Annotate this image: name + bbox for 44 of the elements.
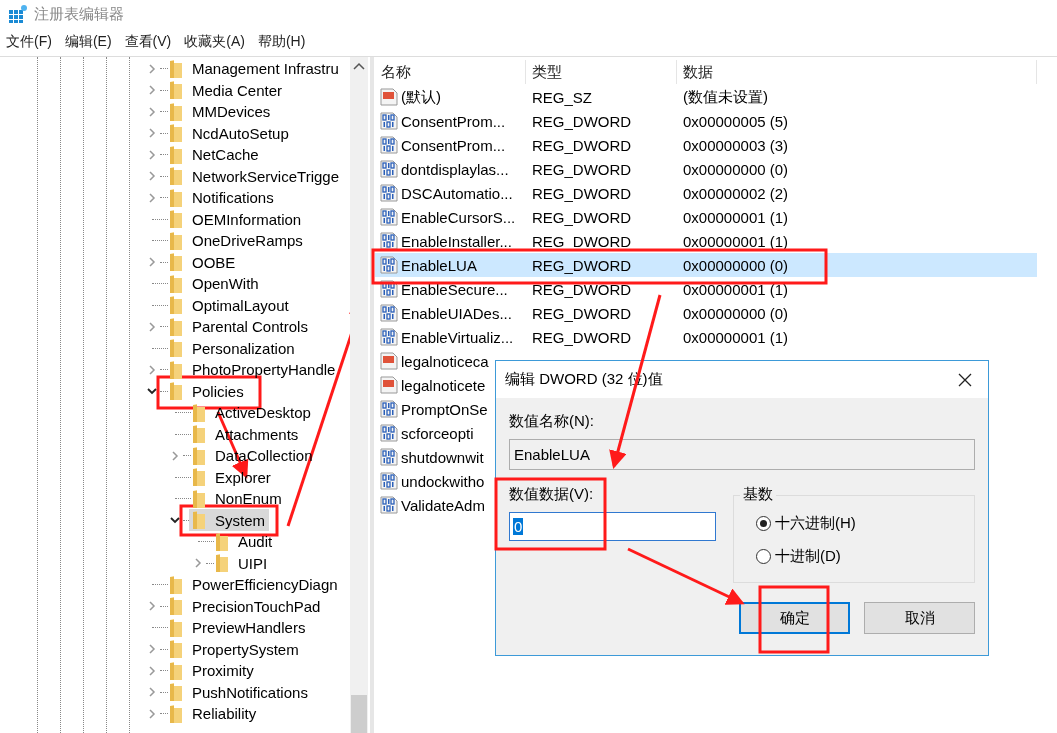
value-name: ValidateAdm: [401, 496, 485, 514]
value-name: ConsentProm...: [401, 112, 506, 130]
value-type: REG_DWORD: [532, 160, 632, 178]
group-title: 基数: [740, 485, 776, 504]
value-type: REG_DWORD: [532, 232, 632, 250]
value-name: undockwitho: [401, 472, 485, 490]
value-name: dontdisplaylas...: [401, 160, 509, 178]
value-type: REG_DWORD: [532, 136, 632, 154]
value-data: 0x00000005 (5): [683, 112, 789, 130]
value-name: shutdownwit: [401, 448, 484, 466]
value-name: PromptOnSe: [401, 400, 488, 418]
value-data: 0x00000001 (1): [683, 232, 789, 250]
value-type: REG_DWORD: [532, 208, 632, 226]
value-type: REG_DWORD: [532, 328, 632, 346]
value-data: 0x00000001 (1): [683, 208, 789, 226]
value-name: legalnoticeca: [401, 352, 489, 370]
value-name: EnableLUA: [401, 256, 477, 274]
value-name: EnableSecure...: [401, 280, 508, 298]
value-type: REG_DWORD: [532, 256, 632, 274]
window-title: 注册表编辑器: [34, 4, 124, 24]
value-name: EnableCursorS...: [401, 208, 516, 226]
value-name: (默认): [401, 87, 441, 107]
value-name: DSCAutomatio...: [401, 184, 513, 202]
value-data: 0x00000001 (1): [683, 328, 789, 346]
value-name: scforceopti: [401, 424, 474, 442]
value-data: 0x00000003 (3): [683, 136, 789, 154]
value-data: 0x00000000 (0): [683, 160, 789, 178]
value-data: 0x00000002 (2): [683, 184, 789, 202]
value-name: ConsentProm...: [401, 136, 506, 154]
value-data: 0x00000000 (0): [683, 304, 789, 322]
value-type: REG_DWORD: [532, 304, 632, 322]
value-name: EnableInstaller...: [401, 232, 512, 250]
value-name: EnableVirtualiz...: [401, 328, 514, 346]
value-name: legalnoticete: [401, 376, 486, 394]
field-label: 数值数据(V):: [509, 485, 595, 504]
value-name: EnableUIADes...: [401, 304, 512, 322]
field-label: 数值名称(N):: [509, 412, 595, 431]
value-data: 0x00000000 (0): [683, 256, 789, 274]
value-type: REG_DWORD: [532, 112, 632, 130]
value-type: REG_DWORD: [532, 184, 632, 202]
value-data: (数值未设置): [683, 87, 768, 107]
value-data: 0x00000001 (1): [683, 280, 789, 298]
value-type: REG_DWORD: [532, 280, 632, 298]
value-type: REG_SZ: [532, 88, 592, 106]
